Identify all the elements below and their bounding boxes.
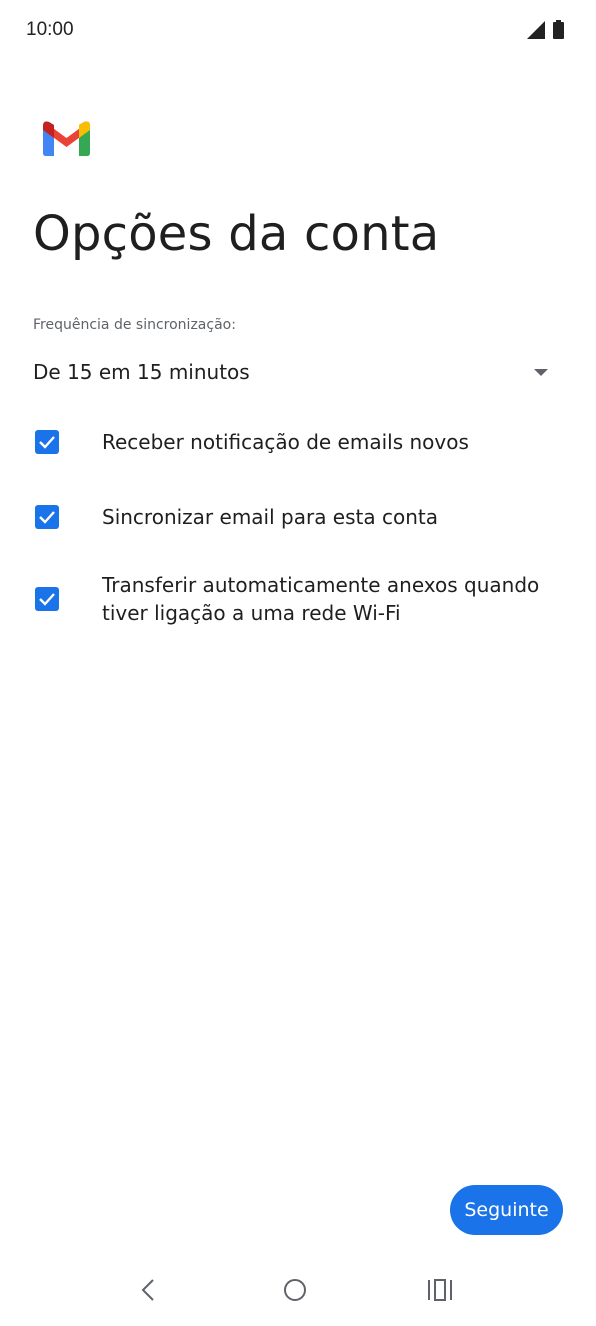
page-title: Opções da conta xyxy=(33,206,440,262)
gmail-logo xyxy=(43,120,90,156)
signal-icon xyxy=(527,20,545,43)
next-button[interactable]: Seguinte xyxy=(450,1185,563,1235)
battery-icon xyxy=(553,20,564,43)
dropdown-arrow-icon xyxy=(534,368,548,376)
status-icons xyxy=(527,20,564,43)
status-bar: 10:00 xyxy=(0,0,596,64)
checkbox-icon[interactable] xyxy=(35,430,59,454)
option-auto-download-attachments[interactable]: Transferir automaticamente anexos quando… xyxy=(35,571,565,627)
checkbox-icon[interactable] xyxy=(35,587,59,611)
back-icon[interactable] xyxy=(132,1274,164,1306)
option-label: Sincronizar email para esta conta xyxy=(102,505,438,529)
option-label: Receber notificação de emails novos xyxy=(102,430,469,454)
option-new-email-notifications[interactable]: Receber notificação de emails novos xyxy=(35,428,565,456)
recents-icon[interactable] xyxy=(424,1274,456,1306)
status-time: 10:00 xyxy=(26,19,74,40)
sync-frequency-value: De 15 em 15 minutos xyxy=(33,360,250,384)
option-label: Transferir automaticamente anexos quando… xyxy=(102,573,540,625)
sync-frequency-dropdown[interactable]: De 15 em 15 minutos xyxy=(33,352,563,392)
home-icon[interactable] xyxy=(279,1274,311,1306)
account-options-screen: 10:00 Opções da conta Frequência de sinc… xyxy=(0,0,596,1326)
option-sync-email[interactable]: Sincronizar email para esta conta xyxy=(35,503,565,531)
navigation-bar xyxy=(0,1262,596,1318)
sync-frequency-label: Frequência de sincronização: xyxy=(33,317,236,333)
checkbox-icon[interactable] xyxy=(35,505,59,529)
